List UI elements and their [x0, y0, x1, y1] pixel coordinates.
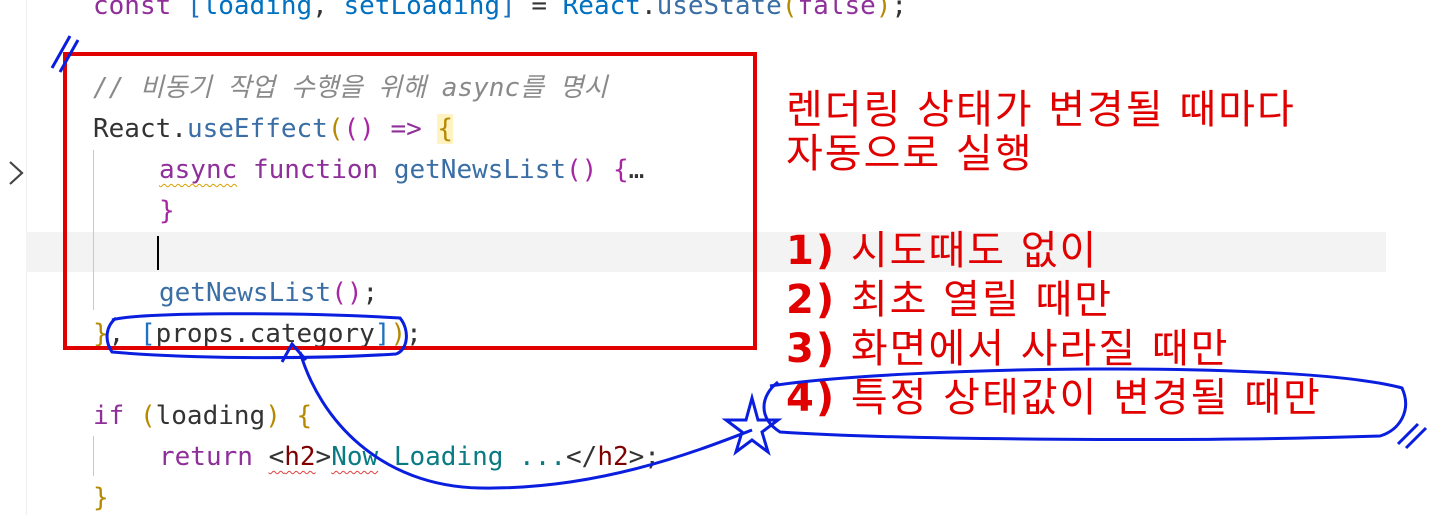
code-line-call[interactable]: getNewsList(); [159, 273, 378, 314]
code-line-1[interactable]: const [loading, setLoading] = React.useS… [93, 0, 907, 27]
code-comment[interactable]: // 비동기 작업 수행을 위해 async를 명시 [93, 68, 607, 109]
annotation-title: 렌더링 상태가 변경될 때마다 자동으로 실행 [786, 88, 1296, 176]
code-line-close-if[interactable]: } [93, 478, 109, 519]
current-line-highlight [26, 232, 1386, 272]
code-line-close-fn[interactable]: } [159, 191, 175, 232]
text-cursor [157, 235, 159, 270]
annotation-item-3: 3) 화면에서 사라질 때만 [786, 326, 1230, 372]
editor-gutter [0, 0, 27, 515]
code-line-return[interactable]: return <h2>Now Loading ...</h2>; [159, 437, 660, 478]
annotation-item-4: 4) 특정 상태값이 변경될 때만 [786, 375, 1322, 421]
annotation-title-line2: 자동으로 실행 [786, 131, 1034, 177]
indent-guide [93, 150, 94, 310]
annotation-title-line1: 렌더링 상태가 변경될 때마다 [786, 87, 1296, 133]
code-line-async-function[interactable]: async function getNewsList() {… [159, 150, 644, 191]
chevron-right-icon[interactable] [4, 158, 26, 188]
annotation-item-2: 2) 최초 열릴 때만 [786, 277, 1114, 323]
code-line-if[interactable]: if (loading) { [93, 396, 312, 437]
annotation-item-1: 1) 시도때도 없이 [786, 228, 1099, 274]
code-line-cursor[interactable] [157, 232, 159, 273]
hash-mark-left [50, 35, 80, 73]
star-icon [721, 392, 783, 456]
code-line-useeffect[interactable]: React.useEffect(() => { [93, 109, 454, 150]
code-line-deps[interactable]: }, [props.category]); [93, 314, 422, 355]
hash-mark-right [1396, 422, 1428, 450]
indent-guide [93, 436, 94, 476]
